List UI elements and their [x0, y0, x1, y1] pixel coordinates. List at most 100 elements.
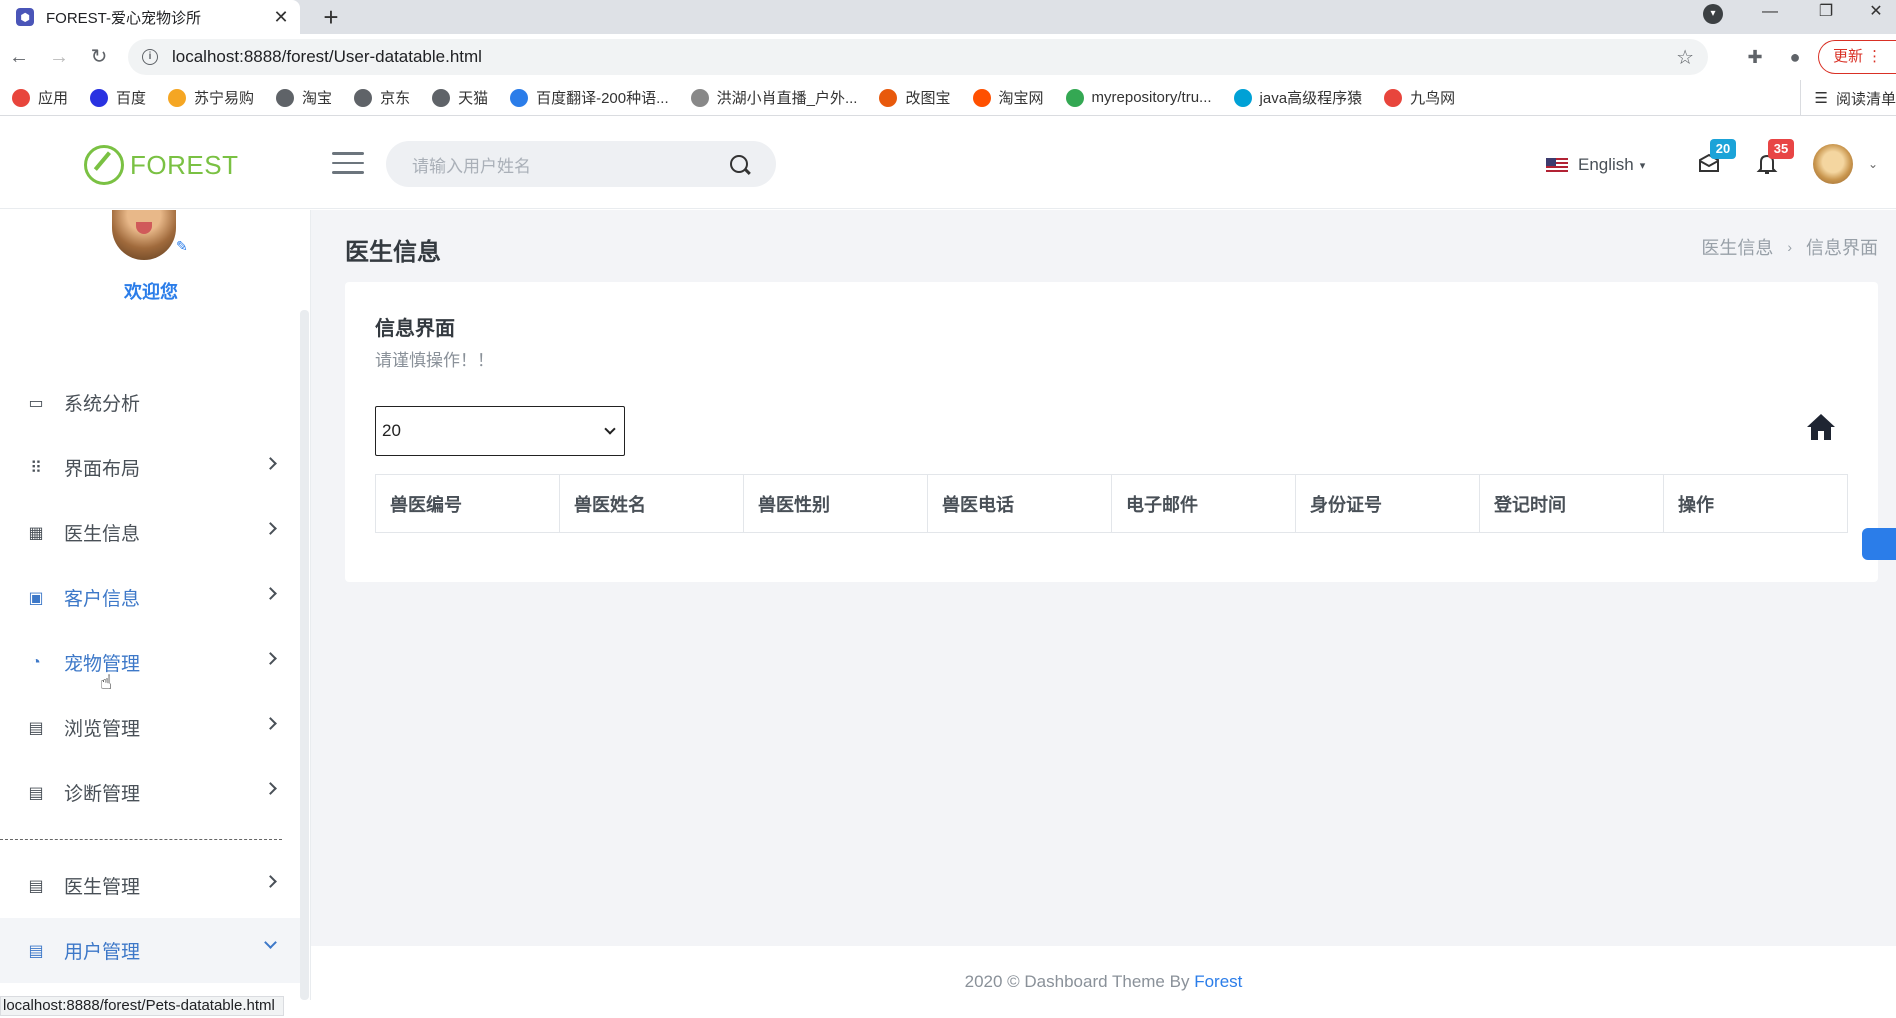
user-avatar[interactable] [1813, 144, 1853, 184]
restore-icon[interactable]: ❐ [1806, 0, 1846, 26]
doctor-table: 兽医编号 兽医姓名 兽医性别 兽医电话 电子邮件 身份证号 登记时间 操作 [375, 474, 1848, 533]
notifications-button[interactable]: 35 [1756, 139, 1794, 177]
update-button[interactable]: 更新 ⋮ [1818, 40, 1896, 74]
chevron-down-icon: ▾ [1639, 159, 1646, 172]
edit-pencil-icon[interactable]: ✎ [176, 238, 188, 255]
bookmark-favicon-icon [1384, 88, 1403, 107]
menu-divider [0, 825, 302, 853]
bookmark-item[interactable]: 天猫 [432, 87, 488, 108]
forest-logo[interactable]: FOREST [84, 145, 238, 185]
chevron-right-icon [264, 652, 277, 665]
column-header[interactable]: 电子邮件 [1111, 474, 1296, 533]
bookmark-label: 京东 [380, 90, 411, 107]
window-close-icon[interactable]: ✕ [1856, 0, 1896, 26]
update-label: 更新 [1833, 48, 1864, 65]
forward-arrow-icon[interactable]: → [46, 44, 72, 70]
bookmark-item[interactable]: 九鸟网 [1384, 87, 1455, 108]
bookmark-favicon-icon [432, 88, 451, 107]
bookmark-item[interactable]: 苏宁易购 [168, 87, 254, 108]
column-header[interactable]: 兽医姓名 [559, 474, 744, 533]
footer-brand-link[interactable]: Forest [1194, 972, 1242, 991]
column-header[interactable]: 兽医编号 [375, 474, 560, 533]
reading-list-button[interactable]: ☰ 阅读清单 [1799, 80, 1896, 116]
bookmark-item[interactable]: 百度翻译-200种语... [510, 87, 669, 108]
chevron-down-icon[interactable]: ⌄ [1868, 157, 1878, 171]
page-size-select[interactable]: 20 [375, 406, 625, 456]
back-arrow-icon[interactable]: ← [6, 44, 32, 70]
search-bar[interactable]: 请输入用户姓名 [386, 141, 776, 187]
bookmark-item[interactable]: java高级程序猿 [1233, 87, 1363, 108]
bookmark-item[interactable]: 百度 [90, 87, 146, 108]
tab-close-icon[interactable]: ✕ [268, 4, 294, 30]
hamburger-menu-icon[interactable] [332, 152, 364, 174]
messages-button[interactable]: 20 [1698, 139, 1736, 177]
sidebar-item[interactable]: ▦ 医生信息 [0, 500, 302, 565]
extensions-puzzle-icon[interactable]: ✚ [1742, 44, 1768, 70]
bookmark-item[interactable]: 改图宝 [879, 87, 951, 108]
chevron-right-icon [264, 587, 277, 600]
reload-icon[interactable]: ↻ [86, 44, 112, 70]
sidebar-item[interactable]: ◔ 宠物管理 [0, 630, 302, 695]
sidebar-item-label: 诊断管理 [64, 784, 141, 805]
language-selector[interactable]: English ▾ [1546, 155, 1645, 175]
sidebar-item[interactable]: ⠿ 界面布局 [0, 435, 302, 500]
bookmark-item[interactable]: myrepository/tru... [1065, 88, 1212, 107]
column-header[interactable]: 身份证号 [1295, 474, 1480, 533]
bookmark-favicon-icon [690, 88, 709, 107]
column-header[interactable]: 登记时间 [1479, 474, 1664, 533]
site-favicon-icon: ⬢ [16, 8, 34, 26]
column-header[interactable]: 兽医电话 [927, 474, 1112, 533]
bookmark-label: java高级程序猿 [1259, 90, 1363, 107]
bookmark-star-icon[interactable]: ☆ [1676, 45, 1694, 70]
bookmark-item[interactable]: 应用 [12, 87, 68, 108]
search-input[interactable]: 请输入用户姓名 [412, 152, 730, 177]
site-info-icon[interactable]: i [142, 49, 158, 65]
cloud-widget-icon[interactable] [1862, 528, 1896, 560]
column-header[interactable]: 操作 [1663, 474, 1848, 533]
sidebar-item[interactable]: ▤ 医生管理 [0, 853, 302, 918]
sidebar-item-label: 医生信息 [64, 524, 141, 545]
chevron-right-icon [264, 782, 277, 795]
home-icon[interactable] [1805, 412, 1837, 442]
bookmark-label: 改图宝 [905, 90, 951, 107]
footer-text: 2020 © Dashboard Theme By [964, 972, 1195, 991]
minimize-icon[interactable]: — [1750, 0, 1790, 26]
sidebar-scrollbar[interactable] [300, 310, 309, 1000]
tab-title: FOREST-爱心宠物诊所 [46, 9, 202, 27]
column-header[interactable]: 兽医性别 [743, 474, 928, 533]
page-size-value: 20 [382, 421, 401, 440]
bookmark-favicon-icon [168, 88, 187, 107]
url-text[interactable]: localhost:8888/forest/User-datatable.htm… [172, 47, 1676, 67]
grid-icon: ⠿ [30, 459, 42, 477]
sidebar: ✎ 欢迎您 ▭ 系统分析 ⠿ 界面布局 ▦ 医生信息 ▣ 客户信息 ◔ 宠物管理 ▤ 浏览管理 ▤ 诊断管… [0, 210, 310, 1000]
sidebar-item[interactable]: ▤ 诊断管理 [0, 760, 302, 825]
search-icon[interactable] [730, 155, 748, 173]
bookmark-favicon-icon [1233, 88, 1252, 107]
address-bar[interactable]: i localhost:8888/forest/User-datatable.h… [128, 39, 1708, 75]
breadcrumb-current: 信息界面 [1806, 238, 1878, 258]
bookmark-item[interactable]: 洪湖小肖直播_户外... [690, 87, 857, 108]
card-subtitle: 请谨慎操作！！ [375, 351, 494, 370]
profile-icon[interactable]: ● [1782, 44, 1808, 70]
tab-search-icon[interactable]: ▾ [1703, 4, 1723, 24]
chevron-down-icon [604, 423, 616, 435]
sidebar-item[interactable]: ▤ 用户管理 [0, 918, 302, 983]
browser-toolbar: ← → ↻ i localhost:8888/forest/User-datat… [0, 34, 1896, 80]
welcome-text: 欢迎您 [124, 282, 178, 302]
bookmark-item[interactable]: 淘宝网 [972, 87, 1044, 108]
bookmark-label: myrepository/tru... [1091, 89, 1212, 106]
sidebar-item[interactable]: ▭ 系统分析 [0, 370, 302, 435]
logo-text: FOREST [130, 149, 239, 180]
calendar-icon: ▦ [28, 524, 44, 542]
new-tab-button[interactable]: + [316, 2, 346, 33]
sidebar-item[interactable]: ▤ 浏览管理 [0, 695, 302, 760]
browser-tab[interactable]: ⬢ FOREST-爱心宠物诊所 ✕ [0, 0, 300, 34]
pie-chart-icon: ◔ [31, 653, 41, 671]
bookmark-item[interactable]: 京东 [354, 87, 410, 108]
sidebar-item[interactable]: ▣ 客户信息 [0, 565, 302, 630]
status-bar-url: localhost:8888/forest/Pets-datatable.htm… [0, 996, 284, 1016]
bookmark-label: 苏宁易购 [194, 90, 255, 107]
breadcrumb-item[interactable]: 医生信息 [1701, 234, 1773, 260]
chevron-down-icon [264, 936, 277, 949]
bookmark-item[interactable]: 淘宝 [276, 87, 332, 108]
